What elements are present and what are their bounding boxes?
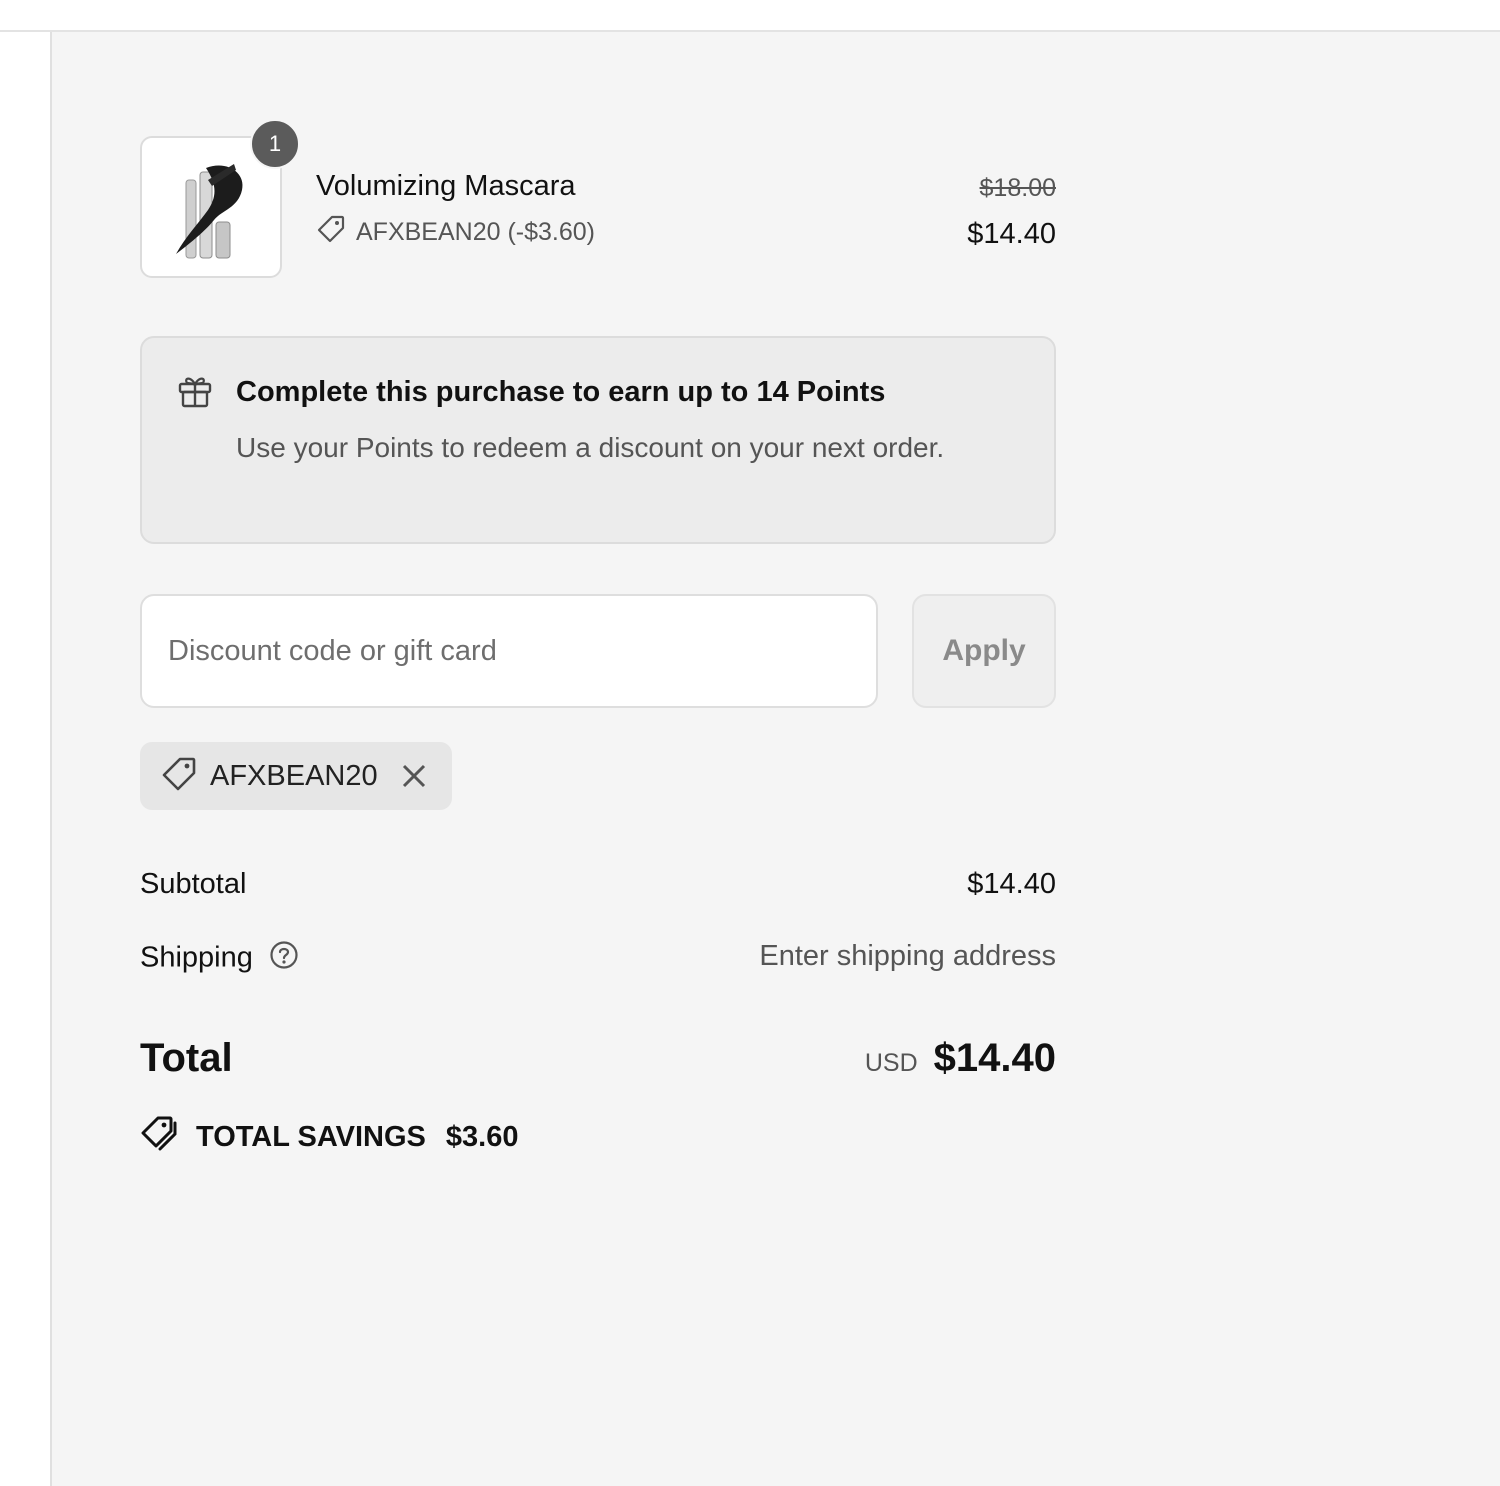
gift-icon [176, 372, 214, 413]
total-label: Total [140, 1036, 233, 1080]
total-amount: $14.40 [933, 1036, 1056, 1080]
apply-button[interactable]: Apply [912, 594, 1056, 708]
product-discount: AFXBEAN20 (-$3.60) [316, 214, 595, 251]
currency-code: USD [864, 1049, 918, 1077]
main-content-pane [0, 32, 52, 1486]
shipping-label: Shipping [140, 941, 253, 974]
mascara-image [176, 164, 243, 259]
close-icon[interactable] [400, 762, 428, 790]
points-subtitle: Use your Points to redeem a discount on … [236, 432, 945, 463]
line-item-price: $14.40 [967, 218, 1056, 250]
total-savings: TOTAL SAVINGS $3.60 [140, 1114, 518, 1160]
points-banner: Complete this purchase to earn up to 14 … [140, 336, 1056, 544]
subtotal-label: Subtotal [140, 868, 247, 900]
top-bar [0, 0, 1500, 32]
discount-code-input[interactable] [140, 594, 878, 708]
subtotal-value: $14.40 [967, 868, 1056, 900]
original-price: $18.00 [979, 174, 1056, 202]
shipping-value: Enter shipping address [759, 940, 1056, 972]
points-title: Complete this purchase to earn up to 14 … [236, 376, 886, 408]
product-discount-label: AFXBEAN20 (-$3.60) [356, 218, 595, 246]
double-tag-icon [140, 1114, 180, 1160]
total-value-group: USD $14.40 [865, 1036, 1056, 1081]
savings-label: TOTAL SAVINGS [196, 1120, 426, 1153]
savings-amount: $3.60 [445, 1120, 519, 1153]
applied-discount-chip: AFXBEAN20 [140, 742, 452, 810]
help-circle-icon[interactable] [269, 940, 299, 978]
quantity-badge: 1 [250, 119, 300, 169]
tag-icon [160, 755, 198, 798]
tag-icon [316, 214, 346, 251]
applied-code-label: AFXBEAN20 [210, 759, 378, 792]
product-name: Volumizing Mascara [316, 170, 576, 202]
shipping-row-label: Shipping [140, 940, 299, 978]
